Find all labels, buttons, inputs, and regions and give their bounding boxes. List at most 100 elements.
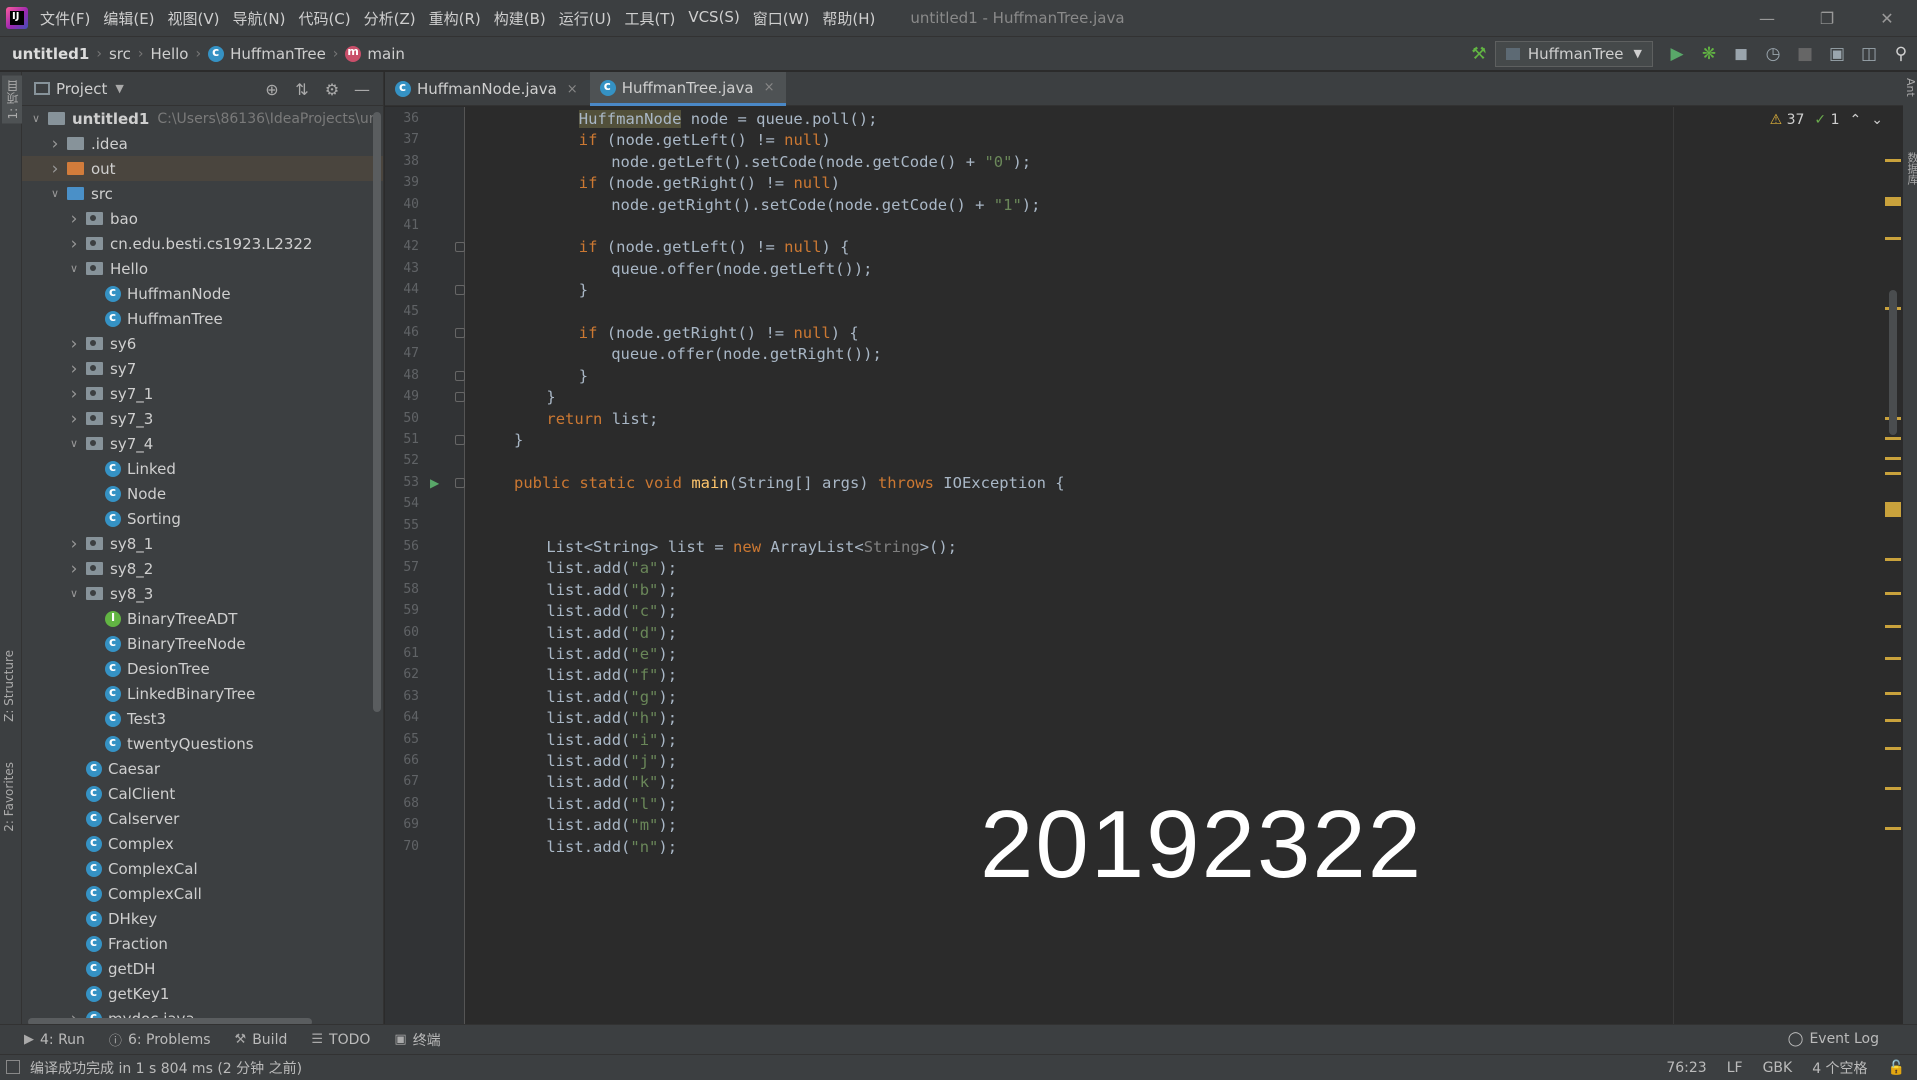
debug-icon[interactable]: ❋ [1693, 37, 1725, 70]
restore-button[interactable]: ❐ [1797, 0, 1857, 36]
project-tool-tab[interactable]: 1: 项目 [2, 76, 23, 124]
tree-item[interactable]: LinkedBinaryTree [22, 681, 383, 706]
tree-item[interactable]: getDH [22, 956, 383, 981]
tree-item[interactable]: Test3 [22, 706, 383, 731]
breadcrumb-project[interactable]: untitled1 [12, 45, 89, 63]
tree-item[interactable]: ComplexCal [22, 856, 383, 881]
tree-item[interactable]: ∨ sy7_4 [22, 431, 383, 456]
caret-position[interactable]: 76:23 [1666, 1060, 1706, 1076]
project-structure-icon[interactable]: ▣ [1821, 37, 1853, 70]
editor-tab[interactable]: HuffmanNode.java × [385, 72, 590, 106]
tree-item[interactable]: DesionTree [22, 656, 383, 681]
lock-icon[interactable]: 🔓 [1888, 1060, 1905, 1076]
line-separator[interactable]: LF [1727, 1060, 1743, 1076]
toggle-tool-windows-icon[interactable] [6, 1060, 20, 1074]
chevron-right-icon[interactable]: › [47, 159, 63, 179]
warning-marker[interactable] [1885, 457, 1901, 460]
fold-marker-icon[interactable] [455, 435, 465, 445]
tree-item[interactable]: Linked [22, 456, 383, 481]
close-tab-icon[interactable]: × [567, 82, 578, 97]
chevron-right-icon[interactable]: › [66, 234, 82, 254]
editor-vertical-scrollbar[interactable] [1889, 290, 1897, 435]
tree-item[interactable]: CalClient [22, 781, 383, 806]
minimize-button[interactable]: — [1737, 0, 1797, 36]
indent-setting[interactable]: 4 个空格 [1812, 1058, 1867, 1078]
run-icon[interactable]: ▶ [1661, 37, 1693, 70]
ant-tool-tab[interactable]: Ant [1904, 78, 1917, 97]
menu-item[interactable]: 视图(V) [168, 8, 220, 29]
tree-item[interactable]: › sy7_3 [22, 406, 383, 431]
tree-item[interactable]: › sy7 [22, 356, 383, 381]
fold-marker-icon[interactable] [455, 328, 465, 338]
tool-tab[interactable]: ▣ 终端 [394, 1030, 440, 1050]
tree-item[interactable]: HuffmanNode [22, 281, 383, 306]
chevron-down-icon[interactable]: ∨ [66, 587, 82, 600]
search-icon[interactable]: ⚲ [1885, 37, 1917, 70]
warning-marker[interactable] [1885, 472, 1901, 475]
chevron-right-icon[interactable]: › [66, 559, 82, 579]
warning-marker[interactable] [1885, 558, 1901, 561]
tree-item[interactable]: Node [22, 481, 383, 506]
coverage-icon[interactable]: ◼ [1725, 37, 1757, 70]
tree-item[interactable]: › out [22, 156, 383, 181]
tree-item[interactable]: DHkey [22, 906, 383, 931]
profile-icon[interactable]: ◷ [1757, 37, 1789, 70]
warning-marker[interactable] [1885, 437, 1901, 440]
warning-marker[interactable] [1885, 787, 1901, 790]
fold-marker-icon[interactable] [455, 242, 465, 253]
tool-tab[interactable]: ⓘ 6: Problems [109, 1030, 211, 1050]
tree-item[interactable]: Caesar [22, 756, 383, 781]
fold-marker-icon[interactable] [455, 477, 465, 488]
tree-item[interactable]: Fraction [22, 931, 383, 956]
tree-item[interactable]: › sy8_2 [22, 556, 383, 581]
fold-marker-icon[interactable] [455, 370, 465, 381]
menu-item[interactable]: 分析(Z) [364, 8, 416, 29]
structure-tool-tab[interactable]: Z: Structure [2, 650, 16, 722]
inspection-widget[interactable]: ⚠ 37 ✓ 1 ⌃ ⌄ [1770, 112, 1883, 128]
tool-tab[interactable]: ▶ 4: Run [24, 1032, 85, 1048]
tree-item[interactable]: ComplexCall [22, 881, 383, 906]
tree-item[interactable]: HuffmanTree [22, 306, 383, 331]
previous-highlight-icon[interactable]: ⌃ [1850, 112, 1862, 128]
warning-count[interactable]: ⚠ 37 [1770, 112, 1805, 128]
tree-item[interactable]: BinaryTreeNode [22, 631, 383, 656]
fold-marker-icon[interactable] [455, 285, 465, 296]
chevron-right-icon[interactable]: › [66, 409, 82, 429]
tree-vertical-scrollbar[interactable] [373, 112, 381, 712]
weak-warning-count[interactable]: ✓ 1 [1814, 112, 1839, 128]
menu-item[interactable]: 文件(F) [40, 8, 90, 29]
menu-item[interactable]: 窗口(W) [753, 8, 810, 29]
tree-item[interactable]: Sorting [22, 506, 383, 531]
file-encoding[interactable]: GBK [1763, 1060, 1793, 1076]
hide-panel-icon[interactable]: — [347, 80, 377, 99]
chevron-right-icon[interactable]: › [66, 534, 82, 554]
gear-icon[interactable]: ⚙ [317, 80, 347, 99]
chevron-right-icon[interactable]: › [47, 134, 63, 154]
warning-marker[interactable] [1885, 625, 1901, 628]
build-hammer-icon[interactable]: ⚒ [1463, 37, 1495, 70]
fold-marker-icon[interactable] [455, 392, 465, 403]
breadcrumb-src[interactable]: src [109, 45, 131, 63]
tree-item[interactable]: ∨ src [22, 181, 383, 206]
menu-item[interactable]: 重构(R) [429, 8, 481, 29]
menu-item[interactable]: 导航(N) [233, 8, 286, 29]
warning-marker[interactable] [1885, 827, 1901, 830]
run-gutter-icon[interactable]: ▶ [430, 476, 439, 490]
menu-item[interactable]: 代码(C) [298, 8, 350, 29]
breadcrumb-method[interactable]: main [345, 45, 405, 63]
tree-item[interactable]: › sy8_1 [22, 531, 383, 556]
database-tool-tab[interactable]: 数据库 [1904, 152, 1917, 185]
tool-tab[interactable]: ☰ TODO [311, 1032, 370, 1048]
menu-item[interactable]: VCS(S) [688, 8, 739, 29]
tree-item[interactable]: BinaryTreeADT [22, 606, 383, 631]
next-highlight-icon[interactable]: ⌄ [1871, 112, 1883, 128]
tree-item[interactable]: › sy6 [22, 331, 383, 356]
close-tab-icon[interactable]: × [764, 80, 775, 95]
tree-item[interactable]: getKey1 [22, 981, 383, 1006]
chevron-down-icon[interactable]: ∨ [47, 187, 63, 200]
collapse-all-icon[interactable]: ⇅ [287, 80, 317, 99]
tree-item[interactable]: › .idea [22, 131, 383, 156]
chevron-down-icon[interactable]: ∨ [66, 437, 82, 450]
favorites-tool-tab[interactable]: 2: Favorites [2, 762, 16, 832]
breadcrumb-class[interactable]: HuffmanTree [208, 45, 326, 63]
